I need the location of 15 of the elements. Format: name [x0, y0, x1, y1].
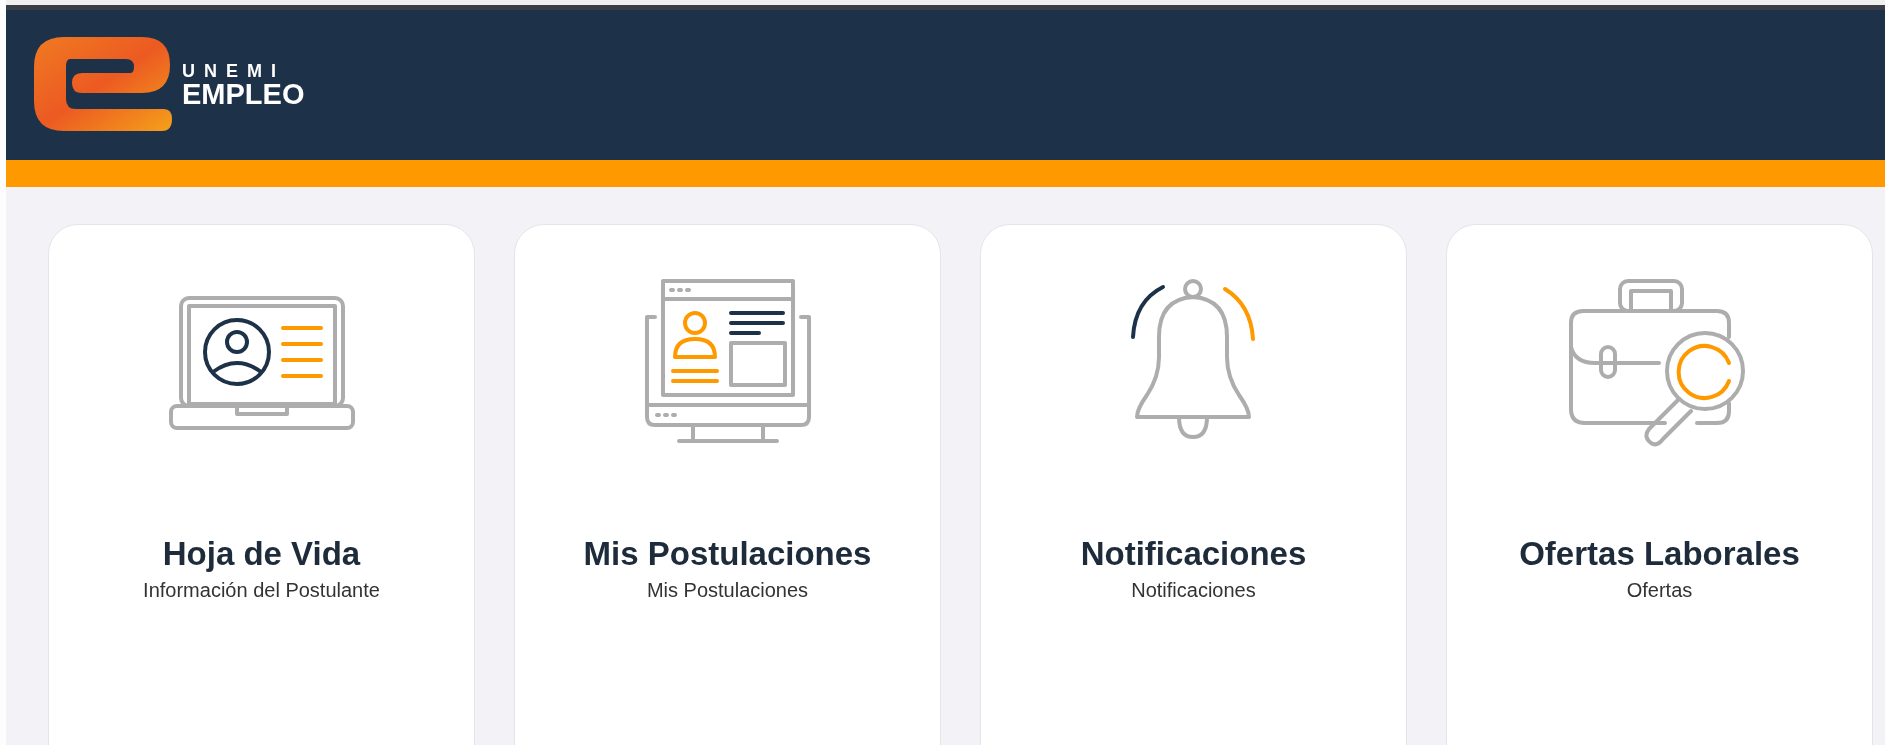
menu-card[interactable]: Ofertas Laborales Ofertas	[1446, 224, 1873, 745]
menu-card[interactable]: Mis Postulaciones Mis Postulaciones	[514, 224, 941, 745]
card-subtitle: Información del Postulante	[143, 579, 380, 602]
card-title: Ofertas Laborales	[1519, 535, 1800, 573]
logo-text: UNEMI	[182, 61, 286, 80]
card-subtitle: Notificaciones	[1131, 579, 1256, 602]
logo-text: EMPLEO	[182, 79, 305, 109]
card-subtitle: Ofertas	[1626, 579, 1693, 602]
card-title: Mis Postulaciones	[583, 535, 872, 573]
logo-icon	[34, 37, 174, 133]
card-subtitle: Mis Postulaciones	[646, 579, 809, 602]
card-title: Notificaciones	[1080, 535, 1307, 573]
menu-card[interactable]: Hoja de Vida Información del Postulante	[48, 224, 475, 745]
card-title: Hoja de Vida	[162, 535, 361, 573]
menu-card[interactable]: Notificaciones Notificaciones	[980, 224, 1407, 745]
